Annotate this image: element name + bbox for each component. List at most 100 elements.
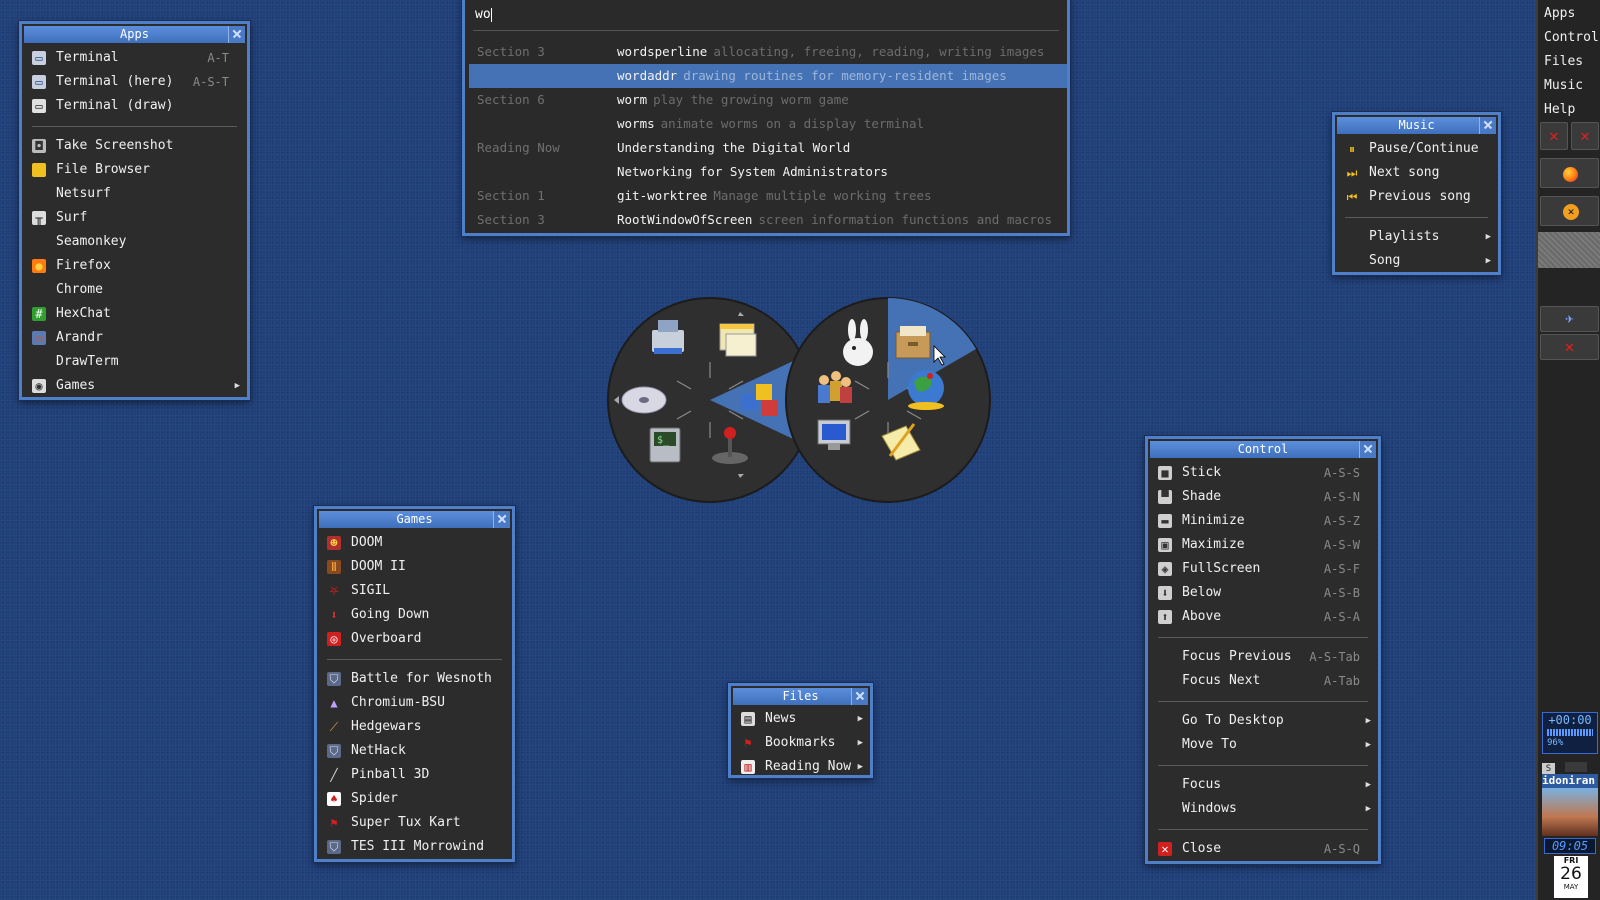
- games-item-spider[interactable]: ♠ Spider: [317, 787, 512, 811]
- apps-item-take-screenshot[interactable]: ◘ Take Screenshot: [22, 134, 247, 158]
- result-title: worm: [617, 92, 648, 107]
- apps-item-terminal-draw[interactable]: ▭ Terminal (draw): [22, 94, 247, 118]
- minimize-icon: ▬: [1158, 514, 1172, 528]
- menu-separator: [1158, 829, 1368, 830]
- files-item-bookmarks[interactable]: ⚑ Bookmarks ▶: [731, 731, 870, 755]
- apps-item-games[interactable]: ◉ Games ▶: [22, 374, 247, 398]
- games-item-tes-iii-morrowind[interactable]: ⛉ TES III Morrowind: [317, 835, 512, 859]
- desktop-pager[interactable]: S 2: [1542, 756, 1598, 794]
- sidebar-pager-area[interactable]: [1538, 232, 1600, 268]
- files-menu-close-icon[interactable]: [851, 688, 868, 705]
- control-item-focus[interactable]: Focus ▶: [1148, 773, 1378, 797]
- apps-item-firefox[interactable]: ● Firefox: [22, 254, 247, 278]
- music-item-next-song[interactable]: ⏭ Next song: [1335, 161, 1498, 185]
- sidebar-menu-control[interactable]: Control: [1544, 26, 1600, 50]
- control-item-focus-previous[interactable]: Focus Previous A-S-Tab: [1148, 645, 1378, 669]
- launcher-result-row[interactable]: Networking for System Administrators: [469, 160, 1067, 184]
- menu-item-label: NetHack: [351, 743, 406, 758]
- games-item-going-down[interactable]: ⬇ Going Down: [317, 603, 512, 627]
- music-item-song[interactable]: Song ▶: [1335, 249, 1498, 273]
- x-launcher-button[interactable]: ✕: [1540, 196, 1599, 226]
- sidebar-menu-apps[interactable]: Apps: [1544, 2, 1600, 26]
- launcher-result-row[interactable]: Reading Now Understanding the Digital Wor…: [469, 136, 1067, 160]
- control-item-move-to[interactable]: Move To ▶: [1148, 733, 1378, 757]
- maximize-icon: ▣: [1158, 538, 1172, 552]
- supertuxkart-icon: ⚑: [330, 816, 338, 830]
- menu-separator: [1158, 765, 1368, 766]
- launcher-result-row[interactable]: wordaddr drawing routines for memory-resi…: [469, 64, 1067, 88]
- games-item-nethack[interactable]: ⛉ NetHack: [317, 739, 512, 763]
- sidebar-close-button-a[interactable]: ✕: [1540, 122, 1568, 150]
- apps-item-terminal[interactable]: ▭ Terminal A-T: [22, 46, 247, 70]
- files-menu-titlebar[interactable]: Files: [733, 688, 868, 705]
- games-item-hedgewars[interactable]: ⟋ Hedgewars: [317, 715, 512, 739]
- apps-item-hexchat[interactable]: # HexChat: [22, 302, 247, 326]
- control-item-below[interactable]: ⬇ Below A-S-B: [1148, 581, 1378, 605]
- user-widget[interactable]: idoniran: [1542, 774, 1598, 836]
- apps-item-arandr[interactable]: ▭ Arandr: [22, 326, 247, 350]
- apps-menu-close-icon[interactable]: [228, 26, 245, 43]
- apps-menu-titlebar[interactable]: Apps: [24, 26, 245, 43]
- games-menu-close-icon[interactable]: [493, 511, 510, 528]
- menu-item-label: Terminal (draw): [56, 98, 174, 113]
- launcher-result-row[interactable]: Section 6 worm play the growing worm game: [469, 88, 1067, 112]
- control-menu-close-icon[interactable]: [1359, 441, 1376, 458]
- control-item-windows[interactable]: Windows ▶: [1148, 797, 1378, 821]
- control-item-minimize[interactable]: ▬ Minimize A-S-Z: [1148, 509, 1378, 533]
- games-item-chromium-bsu[interactable]: ▲ Chromium-BSU: [317, 691, 512, 715]
- file-cabinet-icon: [895, 326, 931, 359]
- launcher-result-row[interactable]: worms animate worms on a display terminal: [469, 112, 1067, 136]
- games-item-super-tux-kart[interactable]: ⚑ Super Tux Kart: [317, 811, 512, 835]
- launcher-result-row[interactable]: Section 3 wordsperline allocating, freeing…: [469, 40, 1067, 64]
- apps-menu-title: Apps: [120, 27, 149, 41]
- control-item-above[interactable]: ⬆ Above A-S-A: [1148, 605, 1378, 629]
- games-item-battle-for-wesnoth[interactable]: ⛉ Battle for Wesnoth: [317, 667, 512, 691]
- music-item-pause-continue[interactable]: ⏸ Pause/Continue: [1335, 137, 1498, 161]
- launcher-search-input[interactable]: wo: [475, 7, 492, 22]
- pie-menu-left[interactable]: $_: [607, 297, 814, 503]
- apps-item-terminal-here[interactable]: ▭ Terminal (here) A-S-T: [22, 70, 247, 94]
- menu-item-label: Reading Now: [765, 759, 852, 774]
- music-menu-titlebar[interactable]: Music: [1337, 117, 1496, 134]
- control-item-focus-next[interactable]: Focus Next A-Tab: [1148, 669, 1378, 693]
- launcher-result-row[interactable]: Section 3 RootWindowOfScreen screen inform…: [469, 208, 1067, 232]
- files-item-news[interactable]: ▤ News ▶: [731, 707, 870, 731]
- control-item-maximize[interactable]: ▣ Maximize A-S-W: [1148, 533, 1378, 557]
- music-item-previous-song[interactable]: ⏮ Previous song: [1335, 185, 1498, 209]
- files-item-reading-now[interactable]: ▥ Reading Now ▶: [731, 755, 870, 779]
- control-item-stick[interactable]: ■ Stick A-S-S: [1148, 461, 1378, 485]
- pager-close-button[interactable]: ✕: [1540, 334, 1599, 360]
- result-title: Understanding the Digital World: [617, 140, 851, 155]
- submenu-arrow-icon: ▶: [857, 762, 863, 772]
- apps-item-netsurf[interactable]: Netsurf: [22, 182, 247, 206]
- games-item-doom[interactable]: ☻ DOOM: [317, 531, 512, 555]
- games-menu-titlebar[interactable]: Games: [319, 511, 510, 528]
- control-item-go-to-desktop[interactable]: Go To Desktop ▶: [1148, 709, 1378, 733]
- apps-item-file-browser[interactable]: ▬ File Browser: [22, 158, 247, 182]
- launcher-result-row[interactable]: Section 1 git-worktree Manage multiple wor…: [469, 184, 1067, 208]
- music-item-playlists[interactable]: Playlists ▶: [1335, 225, 1498, 249]
- music-menu-close-icon[interactable]: [1479, 117, 1496, 134]
- menu-item-label: Battle for Wesnoth: [351, 671, 492, 686]
- control-menu-titlebar[interactable]: Control: [1150, 441, 1376, 458]
- close-icon: ✕: [1158, 842, 1172, 856]
- apps-item-chrome[interactable]: Chrome: [22, 278, 247, 302]
- games-item-doom-ii[interactable]: Ⅱ DOOM II: [317, 555, 512, 579]
- pie-menu-right[interactable]: [785, 297, 991, 503]
- sidebar-menu-files[interactable]: Files: [1544, 50, 1600, 74]
- pager-plane-button[interactable]: ✈: [1540, 306, 1599, 332]
- firefox-launcher-button[interactable]: [1540, 158, 1599, 188]
- control-item-shade[interactable]: ▀ Shade A-S-N: [1148, 485, 1378, 509]
- apps-item-drawterm[interactable]: DrawTerm: [22, 350, 247, 374]
- control-item-fullscreen[interactable]: ◈ FullScreen A-S-F: [1148, 557, 1378, 581]
- sidebar-close-button-b[interactable]: ✕: [1571, 122, 1599, 150]
- control-item-close[interactable]: ✕ Close A-S-Q: [1148, 837, 1378, 861]
- apps-item-seamonkey[interactable]: Seamonkey: [22, 230, 247, 254]
- games-item-pinball-3d[interactable]: ╱ Pinball 3D: [317, 763, 512, 787]
- games-item-sigil[interactable]: ⛧ SIGIL: [317, 579, 512, 603]
- sidebar-menu-music[interactable]: Music: [1544, 74, 1600, 98]
- apps-item-surf[interactable]: ╥ Surf: [22, 206, 247, 230]
- games-item-overboard[interactable]: ◎ Overboard: [317, 627, 512, 651]
- sidebar-menu-help[interactable]: Help: [1544, 98, 1600, 122]
- timer-text: +00:00: [1548, 713, 1592, 727]
